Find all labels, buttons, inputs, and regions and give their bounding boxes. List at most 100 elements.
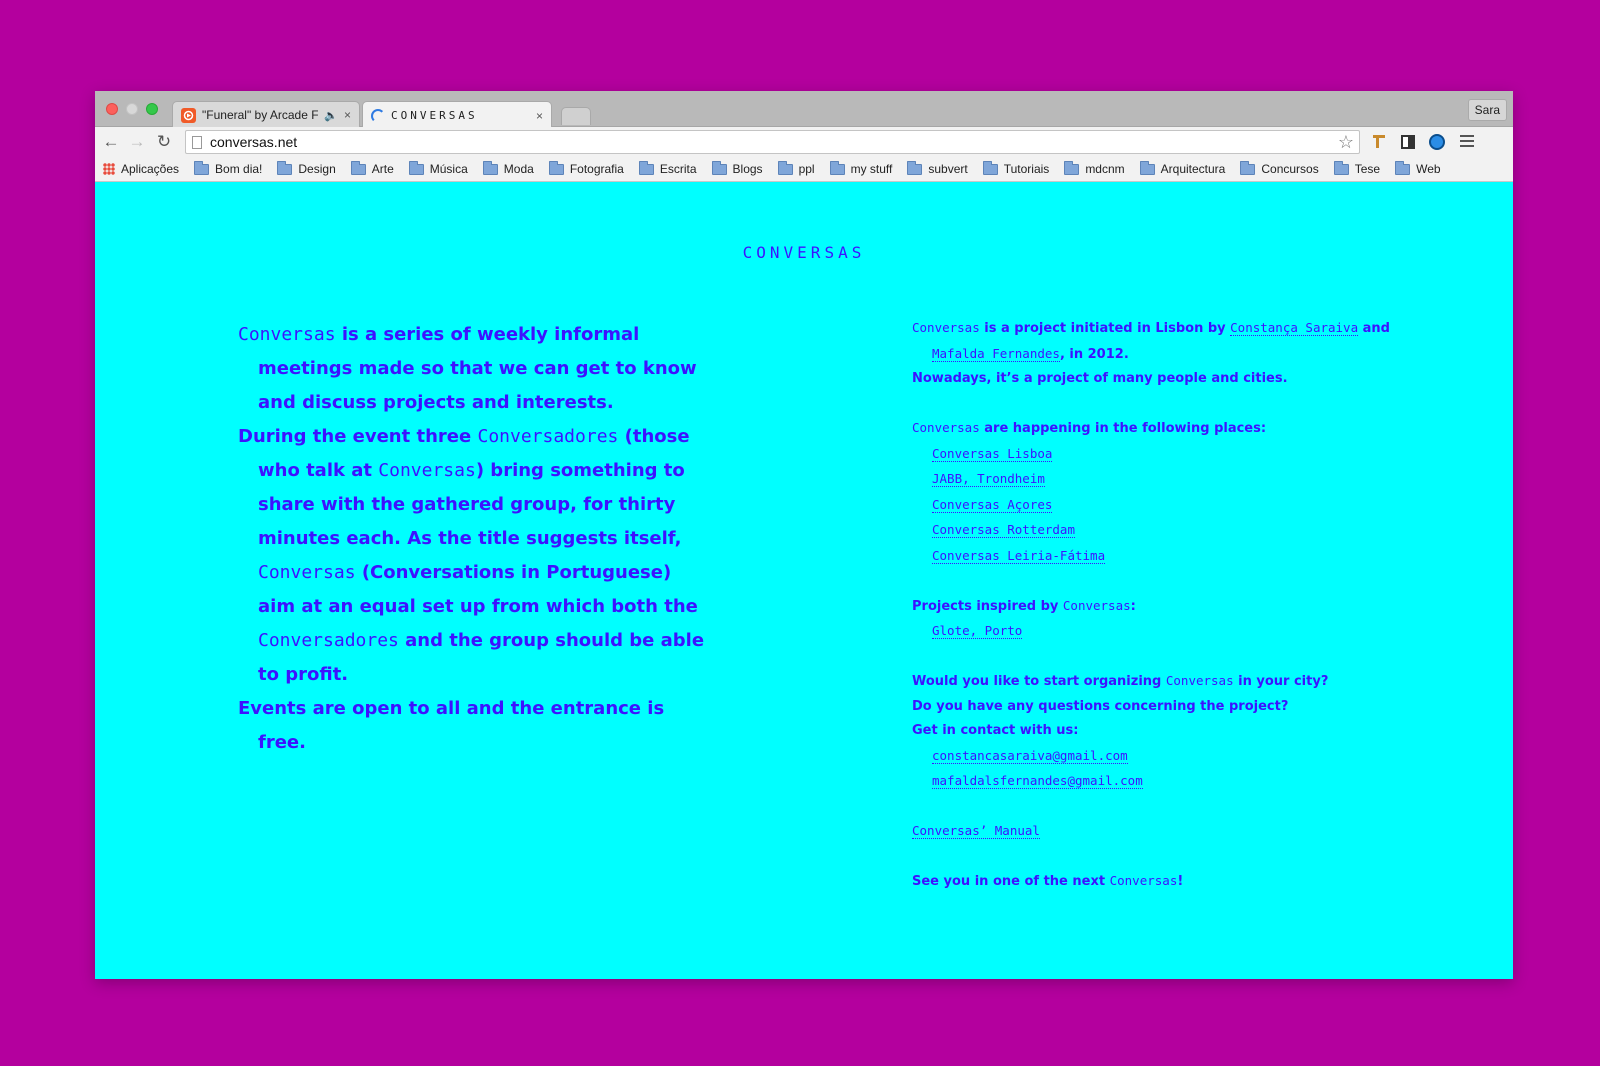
folder-icon (1240, 160, 1256, 175)
bookmark-folder[interactable]: Tese (1333, 160, 1381, 176)
back-arrow-icon[interactable]: ← (100, 131, 122, 153)
bookmark-star-icon[interactable]: ☆ (1338, 131, 1354, 153)
profile-button[interactable]: Sara (1467, 99, 1507, 121)
music-player-icon (181, 107, 196, 123)
email-link[interactable]: mafaldalsfernandes@gmail.com (932, 773, 1143, 789)
bookmark-label: mdcnm (1085, 162, 1125, 176)
contact-text: in your city? (1233, 674, 1329, 689)
brand-name: Conversas (378, 460, 476, 481)
outro-text: ! (1177, 874, 1184, 889)
intro-text-span: During the event three (238, 426, 478, 447)
folder-icon (482, 160, 498, 175)
brand-name: Conversas (912, 320, 980, 335)
place-link[interactable]: Conversas Rotterdam (932, 522, 1075, 538)
bookmark-folder[interactable]: Música (408, 160, 468, 176)
inspired-text: : (1130, 598, 1136, 614)
outro-text: See you in one of the next (912, 874, 1110, 889)
bookmark-folder[interactable]: Escrita (638, 160, 697, 176)
bookmark-label: Web (1416, 162, 1441, 176)
place-link[interactable]: Conversas Leiria-Fátima (932, 547, 1106, 564)
contact-text: Do you have any questions concerning the… (912, 698, 1289, 714)
bookmark-label: subvert (928, 162, 968, 176)
reload-icon[interactable]: ↻ (153, 131, 175, 153)
info-column: Conversas is a project initiated in Lisb… (912, 316, 1392, 919)
bookmark-folder[interactable]: ppl (777, 160, 815, 176)
loading-spinner-icon (371, 108, 385, 123)
bookmark-folder[interactable]: mdcnm (1064, 160, 1125, 176)
inspired-text: Projects inspired by (912, 598, 1063, 614)
bookmark-folder[interactable]: Moda (482, 160, 534, 176)
manual-block: Conversas’ Manual (912, 819, 1392, 845)
bookmark-label: Design (298, 162, 336, 176)
speaker-icon[interactable]: 🔈 (324, 109, 338, 122)
about-text: and (1358, 321, 1390, 336)
places-block: Conversas are happening in the following… (912, 416, 1392, 569)
contact-text: Get in contact with us: (912, 723, 1079, 738)
folder-icon (1333, 160, 1349, 175)
bookmark-label: Tese (1354, 162, 1381, 176)
close-tab-icon[interactable]: × (344, 108, 351, 122)
email-link[interactable]: constancasaraiva@gmail.com (932, 747, 1128, 764)
place-link[interactable]: JABB, Trondheim (932, 471, 1045, 487)
brand-name: Conversas (1062, 597, 1131, 613)
contact-block: Would you like to start organizing Conve… (912, 669, 1392, 795)
extension-window-icon[interactable] (1398, 132, 1418, 152)
address-bar[interactable]: conversas.net ☆ (185, 130, 1360, 154)
manual-link[interactable]: Conversas’ Manual (912, 823, 1040, 839)
forward-arrow-icon[interactable]: → (126, 131, 148, 153)
about-text: Nowadays, it’s a project of many people … (912, 371, 1288, 386)
folder-icon (777, 160, 793, 175)
new-tab-button[interactable] (561, 107, 591, 125)
place-link[interactable]: Conversas Lisboa (932, 445, 1053, 462)
extension-eye-icon[interactable] (1427, 132, 1447, 152)
places-text: are happening in the following places: (979, 421, 1267, 436)
about-block: Conversas is a project initiated in Lisb… (912, 316, 1392, 392)
maximize-window-button[interactable] (146, 103, 158, 115)
bookmark-label: Arquitectura (1160, 162, 1226, 176)
url-text[interactable]: conversas.net (210, 134, 297, 150)
folder-icon (907, 160, 923, 175)
place-link[interactable]: Conversas Açores (932, 496, 1053, 513)
folder-icon (1139, 160, 1155, 175)
bookmark-folder[interactable]: Design (277, 160, 336, 176)
apps-grid-icon (103, 163, 115, 175)
bookmark-label: Tutoriais (1003, 162, 1050, 176)
bookmark-folder[interactable]: Tutoriais (982, 160, 1050, 176)
tab-conversas[interactable]: CONVERSAS × (362, 101, 552, 129)
bookmark-apps[interactable]: Aplicações (103, 162, 179, 176)
bookmark-folder[interactable]: Fotografia (548, 160, 624, 176)
inspired-link[interactable]: Glote, Porto (932, 623, 1023, 639)
bookmark-label: Bom dia! (215, 162, 263, 176)
bookmark-folder[interactable]: Concursos (1240, 160, 1319, 176)
extension-hammer-icon[interactable] (1370, 132, 1390, 152)
browser-window: "Funeral" by Arcade Fir 🔈 × CONVERSAS × … (95, 91, 1513, 979)
tab-title: "Funeral" by Arcade Fir (202, 108, 319, 122)
contact-text: Would you like to start organizing (912, 674, 1166, 689)
intro-paragraph: During the event three Conversadores (th… (238, 420, 708, 692)
folder-icon (194, 160, 210, 175)
minimize-window-button[interactable] (126, 103, 138, 115)
founder-link[interactable]: Constança Saraiva (1230, 320, 1359, 336)
close-tab-icon[interactable]: × (536, 109, 543, 123)
intro-text: Conversas is a series of weekly informal… (238, 318, 708, 760)
about-text: is a project initiated in Lisbon by (979, 321, 1231, 336)
intro-paragraph: Events are open to all and the entrance … (238, 698, 665, 753)
bookmark-label: Moda (503, 162, 534, 176)
toolbar: ← → ↻ conversas.net ☆ (95, 127, 1513, 157)
close-window-button[interactable] (106, 103, 118, 115)
folder-icon (350, 160, 366, 175)
bookmark-folder[interactable]: my stuff (829, 160, 892, 176)
bookmark-label: Fotografia (569, 162, 624, 176)
about-text: , in 2012. (1059, 346, 1129, 362)
bookmark-folder[interactable]: Bom dia! (194, 160, 263, 176)
bookmark-folder[interactable]: Blogs (711, 160, 763, 176)
bookmark-label: Música (429, 162, 468, 176)
menu-icon[interactable] (1457, 132, 1477, 152)
tab-funeral[interactable]: "Funeral" by Arcade Fir 🔈 × (172, 101, 360, 128)
bookmark-folder[interactable]: Web (1395, 160, 1441, 176)
bookmark-folder[interactable]: Arquitectura (1139, 160, 1226, 176)
folder-icon (277, 160, 293, 175)
bookmark-folder[interactable]: subvert (907, 160, 968, 176)
bookmark-folder[interactable]: Arte (350, 160, 394, 176)
founder-link[interactable]: Mafalda Fernandes (932, 345, 1060, 362)
